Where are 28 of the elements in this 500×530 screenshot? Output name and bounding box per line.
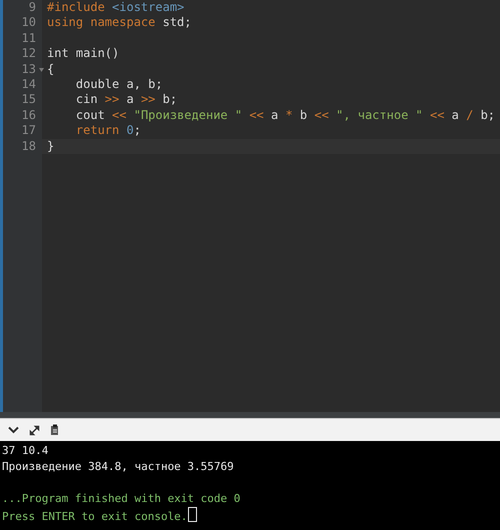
console-message: ...Program finished with exit code 0 xyxy=(2,492,240,505)
console-output-line: Произведение 384.8, частное 3.55769 xyxy=(2,460,234,473)
line-number: 15 xyxy=(22,92,36,106)
code-line: return 0; xyxy=(74,123,141,139)
console-output-line: 37 10.4 xyxy=(2,444,48,457)
line-number: 13 xyxy=(22,62,36,76)
chevron-down-icon[interactable] xyxy=(8,426,19,434)
code-line: #include <iostream> xyxy=(46,0,184,16)
code-line: cout << "Произведение " << a * b << ", частное " << a / b; xyxy=(74,108,496,124)
code-line: { xyxy=(46,62,54,77)
line-number: 12 xyxy=(22,46,36,60)
line-number: 9 xyxy=(28,0,36,14)
line-number: 11 xyxy=(22,30,36,45)
code-line: int main() xyxy=(46,46,120,62)
line-number: 14 xyxy=(22,76,36,91)
text-cursor xyxy=(188,507,198,522)
console-message: Press ENTER to exit console. xyxy=(2,510,188,523)
code-line: double a, b; xyxy=(74,76,163,92)
expand-icon[interactable] xyxy=(29,424,40,436)
line-number: 16 xyxy=(22,108,36,122)
line-number: 17 xyxy=(22,123,36,138)
clipboard-icon[interactable] xyxy=(50,424,60,436)
line-number: 18 xyxy=(22,138,36,153)
code-line: } xyxy=(46,138,54,154)
code-line: cin >> a >> b; xyxy=(74,92,178,108)
fold-icon[interactable] xyxy=(39,68,44,72)
line-number: 10 xyxy=(22,15,36,30)
code-line: using namespace std; xyxy=(46,15,192,31)
